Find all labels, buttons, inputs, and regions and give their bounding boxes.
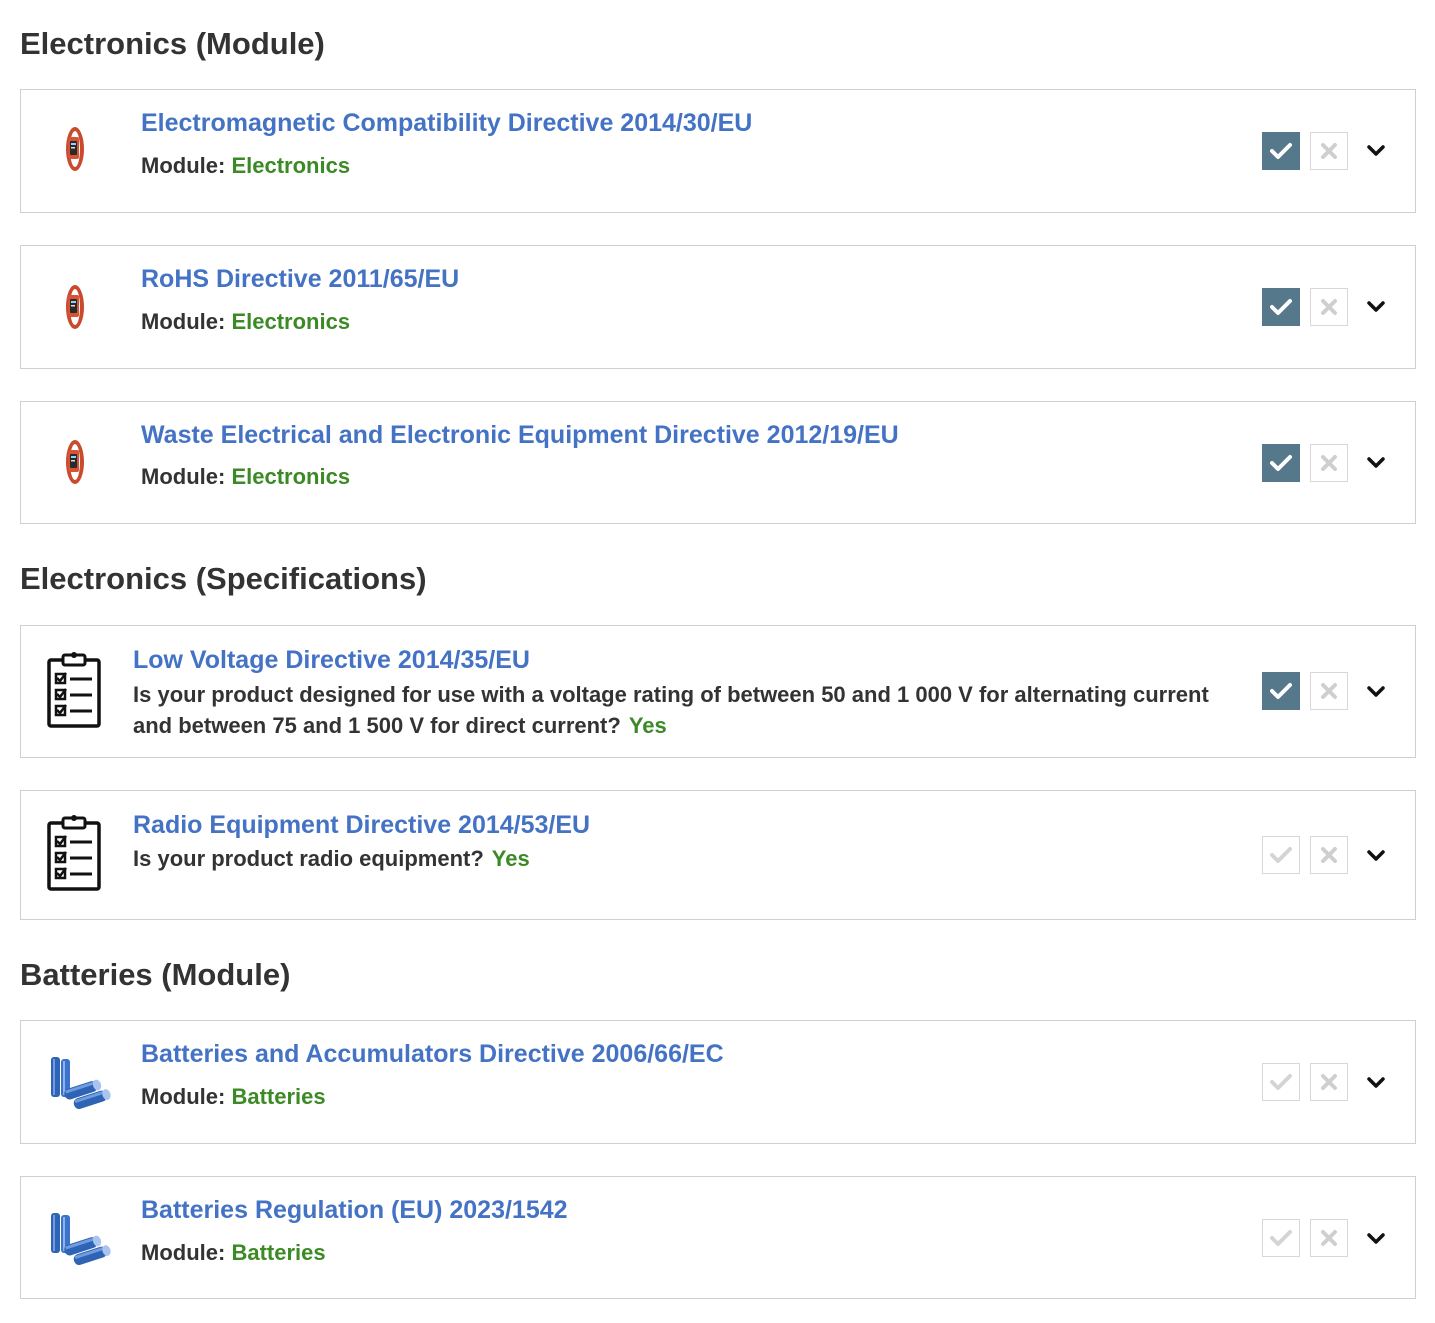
check-icon [1270,299,1292,315]
expand-button[interactable] [1365,140,1387,162]
module-line: Module: Electronics [141,151,350,182]
directive-card: Batteries Regulation (EU) 2023/1542 Modu… [20,1176,1416,1299]
close-icon [1321,143,1337,159]
batteries-icon [51,1057,111,1113]
directive-card: RoHS Directive 2011/65/EU Module: Electr… [20,245,1416,369]
directive-card: Electromagnetic Compatibility Directive … [20,89,1416,213]
question-label: Is your product radio equipment? [133,846,484,871]
chevron-down-icon [1367,457,1385,468]
section-title-batteries-module: Batteries (Module) [20,957,291,992]
reject-button[interactable] [1310,288,1348,326]
clipboard-checklist-icon [47,652,101,728]
confirm-button[interactable] [1262,132,1300,170]
check-icon [1270,455,1292,471]
module-label: Module: [141,464,226,489]
check-icon [1270,847,1292,863]
module-line: Module: Batteries [141,1082,326,1113]
module-line: Module: Batteries [141,1238,326,1269]
directive-title-link[interactable]: Batteries Regulation (EU) 2023/1542 [141,1195,568,1225]
close-icon [1321,683,1337,699]
module-value: Electronics [231,309,351,334]
check-icon [1270,1230,1292,1246]
expand-button[interactable] [1365,452,1387,474]
check-icon [1270,1074,1292,1090]
directive-title-link[interactable]: Waste Electrical and Electronic Equipmen… [141,420,899,450]
directive-card: Waste Electrical and Electronic Equipmen… [20,401,1416,524]
batteries-icon [51,1213,111,1269]
reject-button[interactable] [1310,444,1348,482]
chevron-down-icon [1367,686,1385,697]
answer-value: Yes [491,846,530,871]
reject-button[interactable] [1310,836,1348,874]
expand-button[interactable] [1365,296,1387,318]
directive-title-link[interactable]: Electromagnetic Compatibility Directive … [141,108,752,138]
module-line: Module: Electronics [141,307,350,338]
confirm-button[interactable] [1262,672,1300,710]
module-label: Module: [141,1240,226,1265]
directive-title-link[interactable]: Radio Equipment Directive 2014/53/EU [133,810,590,840]
close-icon [1321,455,1337,471]
directive-card: Radio Equipment Directive 2014/53/EU Is … [20,790,1416,920]
module-value: Batteries [231,1240,326,1265]
chevron-down-icon [1367,301,1385,312]
directive-card: Batteries and Accumulators Directive 200… [20,1020,1416,1144]
chevron-down-icon [1367,850,1385,861]
check-icon [1270,143,1292,159]
confirm-button[interactable] [1262,836,1300,874]
reject-button[interactable] [1310,672,1348,710]
fitness-band-icon [66,440,84,484]
module-label: Module: [141,153,226,178]
confirm-button[interactable] [1262,1063,1300,1101]
question-text: Is your product radio equipment? Yes [133,843,1223,874]
module-value: Electronics [231,464,351,489]
section-title-electronics-specifications: Electronics (Specifications) [20,561,427,596]
close-icon [1321,299,1337,315]
module-value: Electronics [231,153,351,178]
module-line: Module: Electronics [141,462,350,493]
check-icon [1270,683,1292,699]
expand-button[interactable] [1365,845,1387,867]
answer-value: Yes [628,713,667,738]
confirm-button[interactable] [1262,444,1300,482]
directive-card: Low Voltage Directive 2014/35/EU Is your… [20,625,1416,758]
module-label: Module: [141,1084,226,1109]
close-icon [1321,1230,1337,1246]
question-text: Is your product designed for use with a … [133,679,1223,741]
module-label: Module: [141,309,226,334]
expand-button[interactable] [1365,1228,1387,1250]
directive-title-link[interactable]: RoHS Directive 2011/65/EU [141,264,459,294]
confirm-button[interactable] [1262,1219,1300,1257]
directive-title-link[interactable]: Low Voltage Directive 2014/35/EU [133,645,530,675]
module-value: Batteries [231,1084,326,1109]
reject-button[interactable] [1310,132,1348,170]
expand-button[interactable] [1365,681,1387,703]
expand-button[interactable] [1365,1072,1387,1094]
fitness-band-icon [66,127,84,171]
confirm-button[interactable] [1262,288,1300,326]
directive-title-link[interactable]: Batteries and Accumulators Directive 200… [141,1039,724,1069]
clipboard-checklist-icon [47,815,101,891]
chevron-down-icon [1367,1233,1385,1244]
reject-button[interactable] [1310,1219,1348,1257]
section-title-electronics-module: Electronics (Module) [20,26,325,61]
reject-button[interactable] [1310,1063,1348,1101]
close-icon [1321,1074,1337,1090]
chevron-down-icon [1367,145,1385,156]
question-label: Is your product designed for use with a … [133,682,1209,738]
chevron-down-icon [1367,1077,1385,1088]
fitness-band-icon [66,285,84,329]
close-icon [1321,847,1337,863]
